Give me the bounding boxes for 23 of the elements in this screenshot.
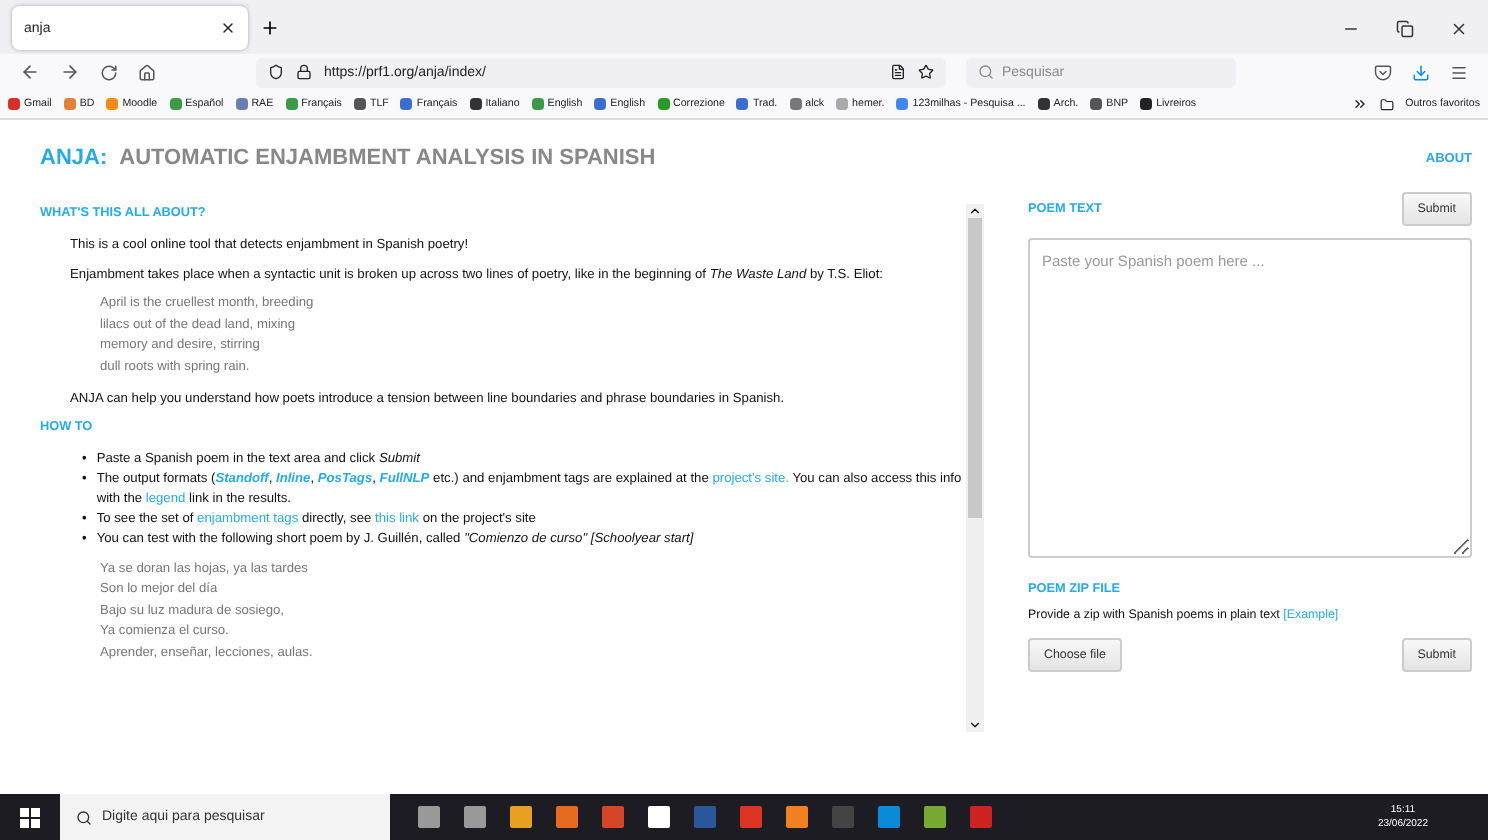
download-icon[interactable] [1412,63,1430,81]
scroll-down-icon[interactable] [968,718,982,732]
more-icon[interactable] [1351,96,1368,112]
search-icon [978,64,994,80]
close-icon[interactable] [1450,20,1468,38]
page-title: ANJA: AUTOMATIC ENJAMBMENT ANALYSIS IN SPANISH [40,146,656,170]
forward-icon[interactable] [60,62,80,82]
close-icon[interactable] [220,20,236,36]
new-tab-icon[interactable] [260,18,280,38]
shield-icon [268,64,284,80]
lock-icon [296,64,312,80]
restore-icon[interactable] [1396,20,1414,38]
folder-icon [1379,97,1394,111]
star-icon[interactable] [918,64,934,80]
scroll-up-icon[interactable] [968,204,982,218]
reader-icon[interactable] [890,64,906,80]
search-icon [76,809,92,825]
menu-icon[interactable] [1450,63,1468,81]
back-icon[interactable] [20,62,40,82]
home-icon[interactable] [138,63,156,81]
pocket-icon[interactable] [1374,63,1392,81]
reload-icon[interactable] [100,63,118,81]
scrollbar[interactable] [966,204,984,732]
